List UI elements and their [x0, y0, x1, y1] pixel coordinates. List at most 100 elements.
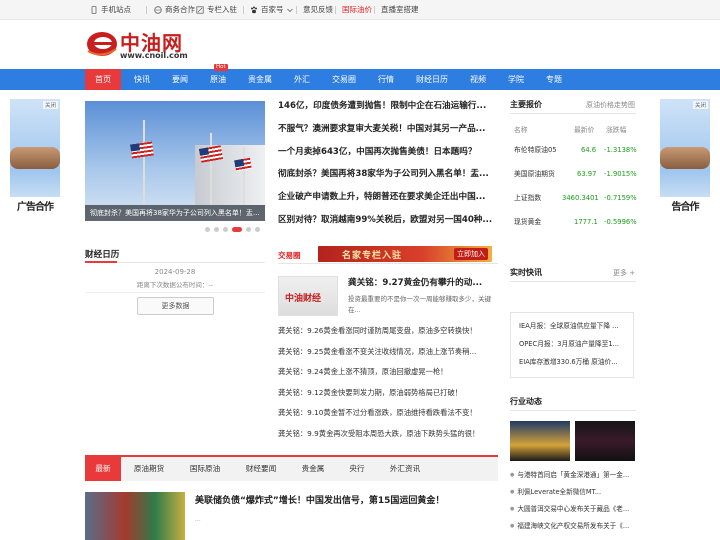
slide-dot[interactable]: [255, 226, 260, 232]
slide-dot[interactable]: [246, 226, 251, 232]
slide-caption[interactable]: 彻底封杀？美国再将38家华为子公司列入黑名单！盂...: [85, 205, 265, 221]
nav-item-trading[interactable]: 交易圈: [324, 69, 364, 90]
nav-item-home[interactable]: 首页: [85, 69, 121, 90]
flag-pole: [243, 147, 245, 205]
oil-price-label: 国际油价: [342, 5, 372, 14]
nav-item-news[interactable]: 要闻: [162, 69, 198, 90]
column-entry-link[interactable]: 专栏入驻: [196, 4, 237, 15]
list-item[interactable]: OPEC月报：3月原油产量降至1...: [519, 337, 625, 355]
live-room-label: 直播室搭建: [381, 5, 419, 14]
nav-item-calendar[interactable]: 财经日历: [408, 69, 456, 90]
calendar-next-release: 距离下次数据公布时间：--: [85, 279, 265, 293]
nav-item-flash[interactable]: 快讯: [124, 69, 160, 90]
list-item[interactable]: 龚关铭：9.26黄金看涨同时谨防周尾变盘，原油多空转换快！: [278, 324, 498, 345]
mobile-site-link[interactable]: 手机站点: [90, 4, 131, 15]
edit-icon: [196, 5, 204, 14]
logo-url: www.cnoil.com: [120, 51, 188, 60]
headline-link[interactable]: 一个月卖掉643亿，中国再次抛售美债！日本題吗？: [278, 145, 498, 168]
quote-price: 64.6: [581, 146, 597, 154]
industry-news-list: 与港特首同启「黄金深港通」第一金... 利佩Leverate全新微信MT... …: [510, 469, 636, 537]
price-chart-link[interactable]: 原油价格走势图: [586, 100, 635, 110]
slide-dot-active[interactable]: [232, 226, 242, 232]
flash-more-link[interactable]: 更多 +: [613, 268, 635, 278]
nav-item-topics[interactable]: 专题: [536, 69, 572, 90]
feature-thumbnail[interactable]: 中油财经: [278, 276, 338, 316]
industry-thumbnail[interactable]: [575, 421, 635, 461]
join-now-button[interactable]: 立即加入: [454, 248, 488, 260]
divider: [296, 6, 297, 14]
quote-price: 1777.1: [574, 218, 598, 226]
live-room-link[interactable]: 直播室搭建: [381, 4, 419, 15]
slide-dot[interactable]: [205, 226, 210, 232]
headline-link[interactable]: 区别对待？取消越南99%关税后，欧盟对另一国40种...: [278, 213, 498, 236]
slide-dot[interactable]: [214, 226, 219, 232]
list-item[interactable]: EIA库存激增330.6万桶 原油价...: [519, 355, 625, 373]
tab-finance-news[interactable]: 财经要闻: [237, 457, 285, 481]
news-snippet: ...: [195, 516, 201, 523]
main-nav: 首页 快讯 要闻 原油 Hot 贵金属 外汇 交易圈 行情 财经日历 视频 学院…: [0, 64, 720, 90]
headline-link[interactable]: 不服气？澳洲要求复审大麦关税！中国对其另一产品...: [278, 122, 498, 145]
tab-crude-futures[interactable]: 原油期货: [125, 457, 173, 481]
ad-close-button[interactable]: 关闭: [42, 101, 58, 109]
table-row[interactable]: 美国原油期货 63.97 -1.9015%: [510, 164, 637, 188]
quotes-divider: [510, 113, 636, 114]
nav-item-crude[interactable]: 原油 Hot: [200, 64, 236, 90]
header-price: 最新价: [574, 126, 595, 134]
column-join-banner[interactable]: 名家专栏入驻 立即加入: [318, 246, 492, 262]
list-item[interactable]: IEA月报：全球原油供应量下降 ...: [519, 319, 625, 337]
trading-section-title[interactable]: 交易圈: [278, 250, 301, 261]
headline-link[interactable]: 146亿，印度债务遭到抛售！限制中企在石油运输行...: [278, 99, 498, 122]
list-item[interactable]: 龚关铭：9.10黄金暂不过分看涨跌，原油维持看跌看法不变！: [278, 406, 498, 427]
left-side-ad[interactable]: 关闭 广告合作: [10, 99, 60, 219]
table-row[interactable]: 上证指数 3460.3401 -0.7159%: [510, 188, 637, 212]
tab-latest[interactable]: 最新: [85, 457, 121, 481]
feature-title[interactable]: 龚关铭：9.27黄金仍有攀升的动...: [348, 276, 498, 288]
mobile-site-label: 手机站点: [101, 5, 131, 14]
nav-item-forex[interactable]: 外汇: [284, 69, 320, 90]
headline-link[interactable]: 企业破产申请数上升，特朗普还在要求美企迁出中国...: [278, 190, 498, 213]
banner-text: 名家专栏入驻: [342, 251, 403, 261]
list-item[interactable]: 福建海峡文化产权交易所发布关于《...: [510, 520, 636, 537]
quote-change: -0.5996%: [604, 218, 637, 226]
nav-item-academy[interactable]: 学院: [498, 69, 534, 90]
table-row[interactable]: 现货黄金 1777.1 -0.5996%: [510, 212, 637, 236]
oil-price-link[interactable]: 国际油价: [342, 4, 372, 15]
nav-item-market[interactable]: 行情: [368, 69, 404, 90]
header-change[interactable]: 涨跌幅: [606, 124, 626, 134]
logo-mark-icon: [87, 32, 117, 56]
tab-intl-crude[interactable]: 国际原油: [181, 457, 229, 481]
flash-news-box: IEA月报：全球原油供应量下降 ... OPEC月报：3月原油产量降至1... …: [510, 312, 634, 378]
quote-price: 63.97: [577, 170, 597, 178]
nav-item-metals[interactable]: 贵金属: [240, 69, 280, 90]
headline-slideshow[interactable]: 彻底封杀？美国再将38家华为子公司列入黑名单！盂...: [85, 101, 265, 221]
list-item[interactable]: 大圆普洱交易中心发布关于藏品《老...: [510, 503, 636, 520]
baijiahao-link[interactable]: 百家号: [250, 4, 294, 15]
nav-item-video[interactable]: 视频: [460, 69, 496, 90]
industry-thumbnail[interactable]: [510, 421, 570, 461]
list-item[interactable]: 与港特首同启「黄金深港通」第一金...: [510, 469, 636, 486]
ad-caption: 告合作: [660, 197, 710, 219]
news-title[interactable]: 美联储负债“爆炸式”增长！中国发出信号，第15国运回黄金！: [195, 493, 444, 506]
right-side-ad[interactable]: 关闭 告合作: [660, 99, 710, 219]
news-thumbnail[interactable]: [85, 492, 185, 540]
site-logo[interactable]: 中油网 www.cnoil.com: [86, 27, 196, 63]
hot-badge: Hot: [214, 64, 228, 71]
feedback-link[interactable]: 意见反馈: [303, 4, 333, 15]
list-item[interactable]: 龚关铭：9.25黄金看涨不变关注收线情况，原油上涨节奏稍...: [278, 345, 498, 366]
calendar-title: 财经日历: [85, 250, 120, 260]
list-item[interactable]: 龚关铭：9.24黄金上涨不猜顶，原油回撤虚晃一枪！: [278, 365, 498, 386]
ad-close-button[interactable]: 关闭: [692, 101, 708, 109]
divider: [335, 6, 336, 14]
table-row[interactable]: 布伦特原油05 64.6 -1.3138%: [510, 140, 637, 164]
tab-forex-news[interactable]: 外汇资讯: [381, 457, 429, 481]
more-data-button[interactable]: 更多数据: [137, 297, 214, 315]
tab-metals[interactable]: 贵金属: [293, 457, 333, 481]
list-item[interactable]: 龚关铭：9.12黄金快要到发力期，原油弱势格局已打破！: [278, 386, 498, 407]
tab-central-bank[interactable]: 央行: [341, 457, 373, 481]
slide-dot[interactable]: [223, 226, 228, 232]
headline-link[interactable]: 彻底封杀？美国再将38家华为子公司列入黑名单！盂...: [278, 167, 498, 190]
list-item[interactable]: 利佩Leverate全新微信MT...: [510, 486, 636, 503]
baijiahao-label: 百家号: [261, 5, 284, 14]
list-item[interactable]: 龚关铭：9.9黄金再次受阻本周恐大跌，原油下跌势头猛的很！: [278, 427, 498, 448]
flag-pole: [210, 133, 212, 205]
